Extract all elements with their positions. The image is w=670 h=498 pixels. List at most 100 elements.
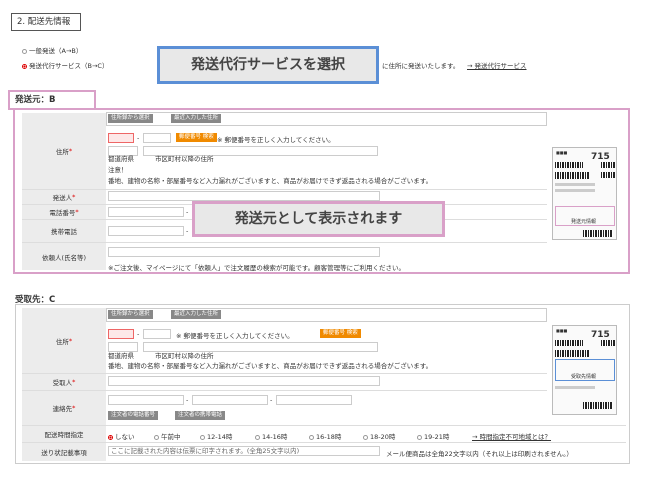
sender-postal-field-1[interactable]: [108, 133, 134, 143]
barcode-icon: [555, 172, 589, 179]
sender-prefecture-hint: 都道府県: [108, 155, 134, 163]
callout-sender: 発送元として表示されます: [192, 201, 445, 237]
radio-time-16-18[interactable]: [309, 434, 314, 440]
label-receiver-tag: 受取先情報: [571, 374, 597, 380]
time-option-18-20[interactable]: 18-20時: [363, 431, 395, 441]
barcode-icon: [583, 402, 613, 409]
label-text-line: [555, 189, 595, 192]
receiver-postal-search-button[interactable]: 郵便番号 検索: [320, 329, 361, 338]
sender-phone-field-1[interactable]: [108, 207, 184, 217]
receiver-city-hint: 市区町村以降の住所: [155, 352, 214, 360]
sender-addressbook-button[interactable]: 住所録から選択: [108, 114, 153, 123]
label-header-mark: ■■■: [556, 150, 568, 155]
barcode-icon: [555, 340, 583, 346]
mobile-dash: -: [186, 227, 189, 235]
sender-title: 発送元：B: [8, 90, 96, 110]
postal-dash: -: [137, 134, 140, 142]
sender-client-note: ※ご注文後、マイページにて「依頼人」で注文履歴の検索が可能です。顧客管理等にご利…: [108, 264, 406, 272]
time-restriction-link[interactable]: → 時間指定不可地域とは？: [472, 431, 551, 441]
radio-time-14-16[interactable]: [255, 434, 260, 440]
sender-name-label: 発送人 *: [22, 190, 106, 204]
receiver-name-field[interactable]: [108, 376, 380, 386]
sender-city-hint: 市区町村以降の住所: [155, 155, 214, 163]
barcode-icon: [555, 350, 589, 357]
address-label-text: 住所: [55, 148, 69, 156]
receiver-note-label: 送り状記載事項: [22, 443, 106, 461]
label-text-line: [555, 386, 595, 389]
receiver-shipping-label-image: ■■■ 715 受取先情報: [552, 325, 617, 415]
receiver-time-label: 配送時間指定: [22, 426, 106, 442]
sender-client-field[interactable]: [108, 247, 380, 257]
address-label-text: 住所: [55, 337, 69, 346]
divider: [22, 442, 626, 443]
barcode-icon: [555, 162, 583, 168]
sender-shipping-label-image: ■■■ 715 発送元情報: [552, 147, 617, 240]
time-option-label: 19-21時: [424, 433, 450, 441]
orderer-phone-button[interactable]: 注文者の電話番号: [108, 411, 159, 420]
label-number: 715: [591, 152, 610, 162]
radio-normal[interactable]: [22, 48, 27, 54]
label-number: 715: [591, 330, 610, 340]
sender-mobile-field-1[interactable]: [108, 226, 184, 236]
radio-time-none[interactable]: [108, 434, 113, 440]
divider: [22, 189, 547, 190]
time-option-14-16[interactable]: 14-16時: [255, 431, 287, 441]
receiver-postal-field-2[interactable]: [143, 329, 171, 339]
section-title: 2. 配送先情報: [11, 13, 81, 31]
sender-recent-address-button[interactable]: 最近入力した住所: [171, 114, 222, 123]
proxy-service-link[interactable]: → 発送代行サービス: [467, 60, 527, 70]
time-option-label: 16-18時: [316, 433, 342, 441]
radio-time-12-14[interactable]: [200, 434, 205, 440]
time-option-none[interactable]: しない: [108, 431, 135, 441]
sender-postal-search-button[interactable]: 郵便番号 検索: [176, 133, 217, 142]
time-option-12-14[interactable]: 12-14時: [200, 431, 232, 441]
divider: [22, 425, 626, 426]
receiver-contact-field-2[interactable]: [192, 395, 268, 405]
receiver-postal-error: ※ 郵便番号を正しく入力してください。: [176, 332, 294, 340]
radio-time-morning[interactable]: [154, 434, 159, 440]
label-text-line: [555, 183, 595, 186]
radio-time-19-21[interactable]: [417, 434, 422, 440]
receiver-postal-field-1[interactable]: [108, 329, 134, 339]
orderer-mobile-button[interactable]: 注文者の携帯電話: [175, 411, 226, 420]
label-header-mark: ■■■: [556, 328, 568, 333]
option-proxy-shipping[interactable]: 発送代行サービス（B→C）: [22, 60, 108, 70]
callout-service: 発送代行サービスを選択: [157, 46, 379, 84]
divider: [22, 242, 547, 243]
divider: [22, 390, 547, 391]
option-normal-shipping[interactable]: 一般発送（A→B）: [22, 45, 82, 55]
sender-notice-title: 注意！: [108, 166, 128, 174]
name-label-text: 受取人: [52, 379, 73, 387]
sender-name-field[interactable]: [108, 191, 380, 201]
receiver-note-field[interactable]: ここに記載された内容は伝票に印字されます。(全角25文字以内): [108, 446, 380, 456]
sender-phone-label: 電話番号 *: [22, 205, 106, 219]
contact-dash: -: [270, 396, 273, 404]
sender-address-label: 住所 *: [22, 113, 106, 189]
time-option-label: 12-14時: [207, 433, 233, 441]
option-normal-label: 一般発送（A→B）: [29, 47, 83, 55]
receiver-recent-address-button[interactable]: 最近入力した住所: [171, 310, 222, 319]
sender-client-label: 依頼人(氏名等): [22, 243, 106, 270]
radio-time-18-20[interactable]: [363, 434, 368, 440]
receiver-address-label: 住所 *: [22, 308, 106, 373]
receiver-contact-field-3[interactable]: [276, 395, 352, 405]
sender-mobile-label: 携帯電話: [22, 220, 106, 242]
sender-notice-text: 番地、建物の名称・部屋番号など入力漏れがございますと、商品がお届けできず返品され…: [108, 177, 433, 185]
postal-dash: -: [137, 330, 140, 338]
sender-postal-field-2[interactable]: [143, 133, 171, 143]
divider: [22, 373, 547, 374]
receiver-addressbook-button[interactable]: 住所録から選択: [108, 310, 153, 319]
receiver-contact-field-1[interactable]: [108, 395, 184, 405]
sender-postal-error: ※ 郵便番号を正しく入力してください。: [217, 136, 335, 144]
time-option-label: 午前中: [161, 433, 181, 441]
time-option-19-21[interactable]: 19-21時: [417, 431, 449, 441]
receiver-prefecture-hint: 都道府県: [108, 352, 134, 360]
receiver-contact-label: 連絡先 *: [22, 391, 106, 425]
time-option-morning[interactable]: 午前中: [154, 431, 181, 441]
barcode-icon: [601, 162, 615, 168]
receiver-name-label: 受取人 *: [22, 374, 106, 390]
radio-proxy[interactable]: [22, 63, 27, 69]
contact-label-text: 連絡先: [52, 405, 73, 413]
option-proxy-label: 発送代行サービス（B→C）: [29, 62, 109, 70]
time-option-16-18[interactable]: 16-18時: [309, 431, 341, 441]
